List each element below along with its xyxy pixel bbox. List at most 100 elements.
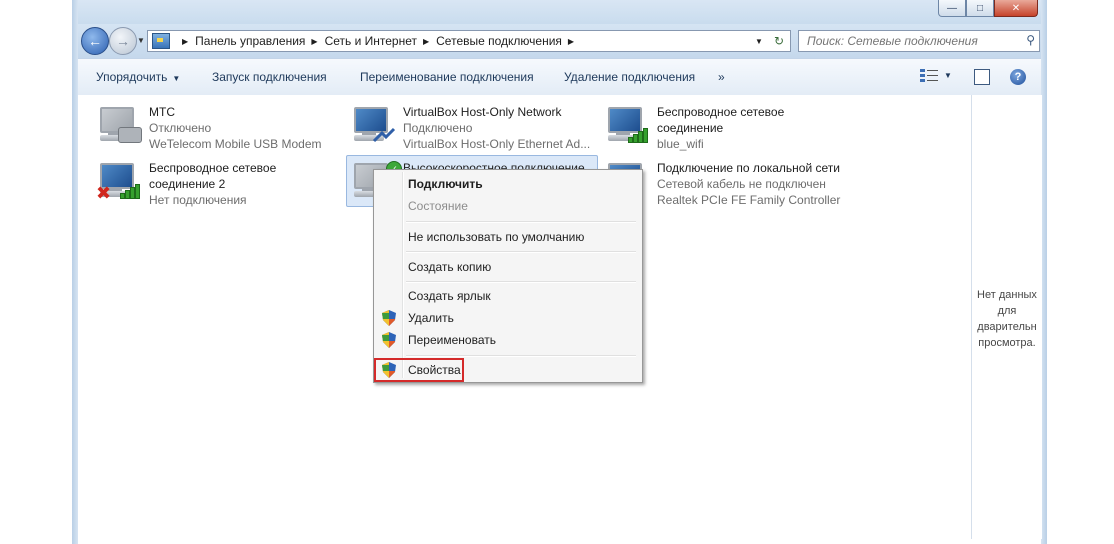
chevron-down-icon: ▼ [755, 36, 763, 46]
rename-connection-button[interactable]: Переименование подключения [360, 70, 534, 84]
more-commands-button[interactable]: » [718, 70, 725, 84]
search-input[interactable] [805, 33, 1019, 49]
connection-device: Realtek PCIe FE Family Controller [657, 193, 841, 207]
breadcrumb-network-internet[interactable]: Сеть и Интернет [325, 34, 417, 48]
disconnected-x-icon: ✖ [96, 183, 112, 203]
control-panel-icon [152, 33, 170, 49]
preview-pane-button[interactable] [974, 69, 990, 85]
breadcrumb-control-panel[interactable]: Панель управления [195, 34, 305, 48]
connection-item-mts[interactable]: МТС Отключено WeTelecom Mobile USB Modem [96, 99, 346, 151]
chevron-down-icon: ▼ [137, 36, 145, 45]
menu-item-rename[interactable]: Переименовать [376, 329, 638, 351]
menu-separator [406, 355, 636, 357]
refresh-button[interactable]: ↻ [768, 30, 791, 52]
connection-name: Подключение по локальной сети [657, 161, 840, 175]
menu-item-create-copy[interactable]: Создать копию [376, 256, 638, 278]
wireless-connection-icon: ✖ [96, 159, 142, 203]
preview-line: дварительн [977, 321, 1037, 333]
menu-item-status[interactable]: Состояние [376, 195, 638, 217]
connection-item-virtualbox[interactable]: VirtualBox Host-Only Network Подключено … [350, 99, 600, 151]
minimize-icon: — [947, 2, 957, 14]
menu-separator [406, 221, 636, 223]
connection-item-wireless[interactable]: Беспроводное сетевое соединение blue_wif… [604, 99, 854, 151]
connection-status: Отключено [149, 121, 212, 135]
back-button[interactable]: ← [81, 27, 109, 55]
connection-status: blue_wifi [657, 137, 704, 151]
menu-item-delete[interactable]: Удалить [376, 307, 638, 329]
connection-device: WeTelecom Mobile USB Modem [149, 137, 322, 151]
menu-item-label: Переименовать [408, 333, 496, 347]
menu-item-not-default[interactable]: Не использовать по умолчанию [376, 226, 638, 248]
delete-connection-label: Удаление подключения [564, 70, 696, 84]
start-connection-button[interactable]: Запуск подключения [212, 70, 327, 84]
connection-device: VirtualBox Host-Only Ethernet Ad... [403, 137, 591, 151]
menu-item-create-shortcut[interactable]: Создать ярлык [376, 285, 638, 307]
ethernet-connection-icon [350, 103, 396, 145]
preview-line: Нет данных [977, 289, 1037, 301]
chevron-right-icon[interactable]: ▶ [568, 37, 574, 46]
menu-item-label: Не использовать по умолчанию [408, 230, 585, 244]
connection-item-lan[interactable]: Подключение по локальной сети Сетевой ка… [604, 155, 864, 207]
chevron-right-icon[interactable]: ▶ [311, 37, 317, 46]
recent-pages-dropdown[interactable]: ▼ [137, 36, 145, 45]
connection-item-wireless-2[interactable]: ✖ Беспроводное сетевое соединение 2 Нет … [96, 155, 346, 207]
caption-buttons: — □ ✕ [938, 0, 1038, 18]
connection-name: VirtualBox Host-Only Network [403, 105, 562, 119]
signal-strength-icon [628, 127, 650, 143]
close-button[interactable]: ✕ [994, 0, 1038, 17]
preview-line: просмотра. [978, 337, 1036, 349]
menu-item-label: Создать копию [408, 260, 492, 274]
address-dropdown[interactable]: ▼ [750, 31, 768, 51]
minimize-button[interactable]: — [938, 0, 966, 17]
maximize-button[interactable]: □ [966, 0, 994, 17]
arrow-right-icon: → [116, 33, 130, 49]
preview-pane: Нет данных для дварительн просмотра. [971, 95, 1042, 539]
delete-connection-button[interactable]: Удаление подключения [564, 70, 695, 84]
modem-connection-icon [96, 103, 142, 145]
view-dropdown[interactable]: ▼ [944, 71, 952, 80]
more-commands-label: » [718, 70, 725, 84]
connection-status: Подключено [403, 121, 473, 135]
menu-item-label: Удалить [408, 311, 454, 325]
chevron-down-icon: ▼ [944, 71, 952, 80]
close-icon: ✕ [1011, 2, 1021, 14]
connection-name: Беспроводное сетевое [657, 105, 785, 119]
search-box: ⚲ [798, 30, 1040, 52]
properties-highlight-box [374, 358, 464, 382]
connection-name-line2: соединение 2 [149, 177, 226, 191]
connection-name: МТС [149, 105, 175, 119]
forward-button[interactable]: → [109, 27, 137, 55]
menu-item-connect[interactable]: Подключить [376, 173, 638, 195]
preview-line: для [997, 305, 1017, 317]
wireless-connection-icon [604, 103, 648, 145]
view-options-icon[interactable] [920, 69, 938, 83]
address-row: ← → ▼ ▶ Панель управления ▶ Сеть и Интер… [78, 24, 1041, 58]
signal-strength-icon [120, 183, 142, 199]
connection-status: Нет подключения [149, 193, 247, 207]
organize-button[interactable]: Упорядочить ▼ [96, 70, 180, 84]
title-bar [72, 0, 1047, 24]
connection-name-line2: соединение [657, 121, 724, 135]
start-connection-label: Запуск подключения [212, 70, 327, 84]
chevron-right-icon[interactable]: ▶ [182, 37, 188, 46]
search-icon[interactable]: ⚲ [1026, 33, 1035, 47]
rename-connection-label: Переименование подключения [360, 70, 534, 84]
context-menu: Подключить Состояние Не использовать по … [373, 169, 643, 383]
menu-separator [406, 251, 636, 253]
menu-item-label: Состояние [408, 199, 468, 213]
help-button[interactable]: ? [1010, 69, 1026, 85]
command-bar: Упорядочить ▼ Запуск подключения Переимен… [78, 58, 1041, 96]
address-bar[interactable]: ▶ Панель управления ▶ Сеть и Интернет ▶ … [147, 30, 769, 52]
breadcrumb-network-connections[interactable]: Сетевые подключения [436, 34, 562, 48]
chevron-right-icon[interactable]: ▶ [423, 37, 429, 46]
chevron-down-icon: ▼ [172, 74, 181, 83]
uac-shield-icon [382, 332, 396, 348]
maximize-icon: □ [976, 2, 984, 14]
organize-label: Упорядочить [96, 70, 168, 84]
arrow-left-icon: ← [88, 33, 102, 49]
breadcrumb: ▶ Панель управления ▶ Сеть и Интернет ▶ … [176, 34, 581, 48]
menu-item-label: Создать ярлык [408, 289, 491, 303]
preview-pane-message: Нет данных для дварительн просмотра. [972, 287, 1042, 351]
connection-name: Беспроводное сетевое [149, 161, 277, 175]
refresh-icon: ↻ [773, 34, 785, 48]
